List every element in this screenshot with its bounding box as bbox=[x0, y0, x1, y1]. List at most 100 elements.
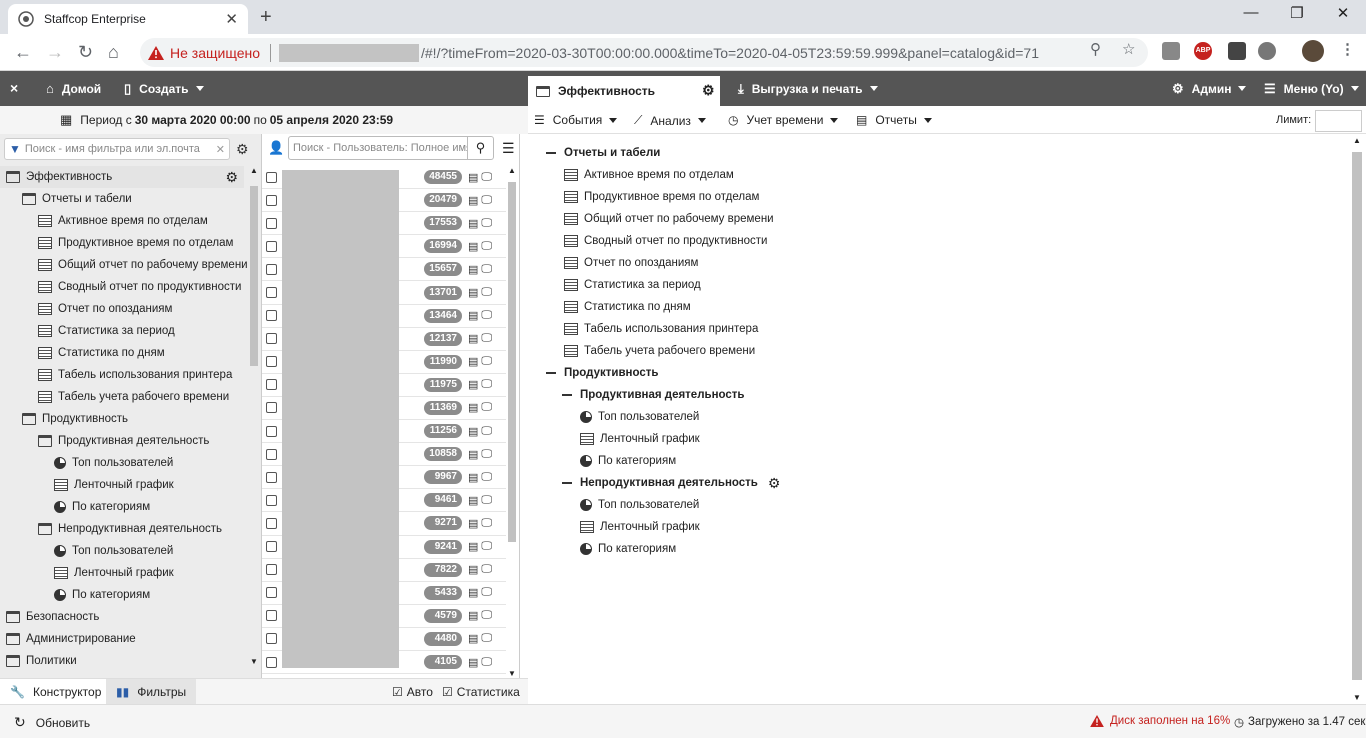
user-checkbox[interactable] bbox=[266, 564, 277, 576]
user-checkbox[interactable] bbox=[266, 310, 277, 322]
main-menu-button[interactable]: ☰ Меню (Yo) bbox=[1264, 71, 1359, 106]
filter-tree-item[interactable]: Администрирование bbox=[0, 628, 244, 650]
admin-button[interactable]: ⚙ Админ bbox=[1172, 71, 1247, 106]
catalog-item[interactable]: Ленточный график bbox=[580, 428, 700, 450]
filter-scrollbar[interactable]: ▲ ▼ bbox=[249, 166, 259, 666]
monitor-icon[interactable]: 🖵 bbox=[481, 632, 492, 645]
user-menu-icon[interactable]: ☰ bbox=[502, 140, 515, 157]
monitor-icon[interactable]: 🖵 bbox=[481, 263, 492, 276]
filter-tree-item[interactable]: Безопасность bbox=[0, 606, 244, 628]
user-checkbox[interactable] bbox=[266, 287, 277, 299]
browser-menu-icon[interactable]: ⋮ bbox=[1340, 40, 1355, 58]
filter-tree-item[interactable]: Продуктивность bbox=[0, 408, 244, 430]
extension-icon[interactable] bbox=[1162, 42, 1180, 60]
list-icon[interactable]: ▤ bbox=[468, 448, 478, 461]
refresh-button[interactable]: ↻ Обновить bbox=[14, 714, 90, 731]
catalog-item[interactable]: Активное время по отделам bbox=[564, 164, 734, 186]
adblock-icon[interactable]: ABP bbox=[1194, 42, 1212, 60]
collapse-icon[interactable] bbox=[562, 482, 572, 484]
filter-tree-item[interactable]: Ленточный график bbox=[0, 562, 244, 584]
filter-tree-item[interactable]: Непродуктивная деятельность bbox=[0, 518, 244, 540]
list-icon[interactable]: ▤ bbox=[468, 286, 478, 299]
list-icon[interactable]: ▤ bbox=[468, 609, 478, 622]
filter-search-input[interactable]: Поиск - имя фильтра или эл.почта bbox=[25, 143, 216, 155]
address-bar[interactable]: Не защищено /#!/?timeFrom=2020-03-30T00:… bbox=[140, 38, 1148, 67]
catalog-item[interactable]: Продуктивное время по отделам bbox=[564, 186, 759, 208]
user-checkbox[interactable] bbox=[266, 333, 277, 345]
export-print-button[interactable]: ⤓ Выгрузка и печать bbox=[738, 71, 878, 106]
user-checkbox[interactable] bbox=[266, 171, 277, 183]
filter-search-field[interactable]: ▼ Поиск - имя фильтра или эл.почта ✕ bbox=[4, 138, 230, 160]
tab-constructor[interactable]: 🔧 Конструктор bbox=[0, 679, 112, 705]
monitor-icon[interactable]: 🖵 bbox=[481, 563, 492, 576]
browser-tab[interactable]: Staffcop Enterprise ✕ bbox=[8, 4, 248, 34]
new-tab-button[interactable]: + bbox=[260, 6, 272, 29]
user-checkbox[interactable] bbox=[266, 656, 277, 668]
monitor-icon[interactable]: 🖵 bbox=[481, 494, 492, 507]
catalog-group[interactable]: Продуктивная деятельность bbox=[562, 384, 745, 406]
gear-icon[interactable]: ⚙ bbox=[225, 169, 238, 186]
statistics-checkbox[interactable]: ☑ Статистика bbox=[432, 679, 530, 705]
extension-circle-icon[interactable] bbox=[1258, 42, 1276, 60]
filter-tree-item[interactable]: По категориям bbox=[0, 584, 244, 606]
user-checkbox[interactable] bbox=[266, 448, 277, 460]
catalog-item[interactable]: Отчет по опозданиям bbox=[564, 252, 698, 274]
catalog-item[interactable]: Табель использования принтера bbox=[564, 318, 758, 340]
menu-events[interactable]: ☰ События bbox=[534, 113, 618, 127]
catalog-group[interactable]: Продуктивность bbox=[546, 362, 658, 384]
list-icon[interactable]: ▤ bbox=[468, 171, 478, 184]
scroll-down-icon[interactable]: ▼ bbox=[1353, 693, 1361, 702]
catalog-item[interactable]: Табель учета рабочего времени bbox=[564, 340, 755, 362]
scroll-up-icon[interactable]: ▲ bbox=[1353, 136, 1361, 145]
list-icon[interactable]: ▤ bbox=[468, 240, 478, 253]
monitor-icon[interactable]: 🖵 bbox=[481, 378, 492, 391]
extension-badge-icon[interactable] bbox=[1228, 42, 1246, 60]
menu-analysis[interactable]: ⟋ Анализ bbox=[634, 113, 706, 128]
user-checkbox[interactable] bbox=[266, 471, 277, 483]
home-button[interactable]: ⌂ Домой bbox=[46, 71, 101, 106]
search-icon[interactable]: ⚲ bbox=[467, 137, 493, 159]
user-checkbox[interactable] bbox=[266, 517, 277, 529]
filter-tree-item[interactable]: По категориям bbox=[0, 496, 244, 518]
filter-tree-item[interactable]: Топ пользователей bbox=[0, 540, 244, 562]
user-scrollbar[interactable]: ▲ ▼ bbox=[506, 166, 518, 678]
monitor-icon[interactable]: 🖵 bbox=[481, 332, 492, 345]
catalog-group[interactable]: Непродуктивная деятельность ⚙ bbox=[562, 472, 780, 494]
user-checkbox[interactable] bbox=[266, 402, 277, 414]
gear-icon[interactable]: ⚙ bbox=[768, 475, 781, 492]
monitor-icon[interactable]: 🖵 bbox=[481, 240, 492, 253]
user-checkbox[interactable] bbox=[266, 263, 277, 275]
limit-input[interactable] bbox=[1315, 110, 1362, 132]
list-icon[interactable]: ▤ bbox=[468, 309, 478, 322]
monitor-icon[interactable]: 🖵 bbox=[481, 448, 492, 461]
tab-close-icon[interactable]: ✕ bbox=[225, 10, 238, 28]
monitor-icon[interactable]: 🖵 bbox=[481, 425, 492, 438]
monitor-icon[interactable]: 🖵 bbox=[481, 517, 492, 530]
monitor-icon[interactable]: 🖵 bbox=[481, 217, 492, 230]
collapse-icon[interactable] bbox=[546, 372, 556, 374]
back-icon[interactable]: ← bbox=[14, 42, 32, 63]
monitor-icon[interactable]: 🖵 bbox=[481, 471, 492, 484]
catalog-item[interactable]: Статистика по дням bbox=[564, 296, 691, 318]
scroll-thumb[interactable] bbox=[250, 186, 258, 366]
bookmark-star-icon[interactable]: ☆ bbox=[1122, 40, 1135, 58]
tab-gear-icon[interactable]: ⚙ bbox=[702, 82, 715, 99]
menu-reports[interactable]: ▤ Отчеты bbox=[856, 113, 932, 127]
filter-tree-item[interactable]: Политики bbox=[0, 650, 244, 672]
filter-tree-item[interactable]: Продуктивная деятельность bbox=[0, 430, 244, 452]
list-icon[interactable]: ▤ bbox=[468, 355, 478, 368]
monitor-icon[interactable]: 🖵 bbox=[481, 586, 492, 599]
scroll-down-icon[interactable]: ▼ bbox=[508, 669, 516, 678]
filter-tree-item[interactable]: Отчет по опозданиям bbox=[0, 298, 244, 320]
monitor-icon[interactable]: 🖵 bbox=[481, 309, 492, 322]
user-checkbox[interactable] bbox=[266, 240, 277, 252]
catalog-group[interactable]: Отчеты и табели bbox=[546, 142, 660, 164]
user-checkbox[interactable] bbox=[266, 633, 277, 645]
user-checkbox[interactable] bbox=[266, 217, 277, 229]
create-button[interactable]: ▯ Создать bbox=[124, 71, 204, 106]
collapse-icon[interactable] bbox=[562, 394, 572, 396]
catalog-item[interactable]: Топ пользователей bbox=[580, 494, 699, 516]
filter-settings-icon[interactable]: ⚙ bbox=[236, 141, 249, 158]
user-checkbox[interactable] bbox=[266, 541, 277, 553]
not-secure-indicator[interactable]: Не защищено bbox=[148, 45, 260, 61]
